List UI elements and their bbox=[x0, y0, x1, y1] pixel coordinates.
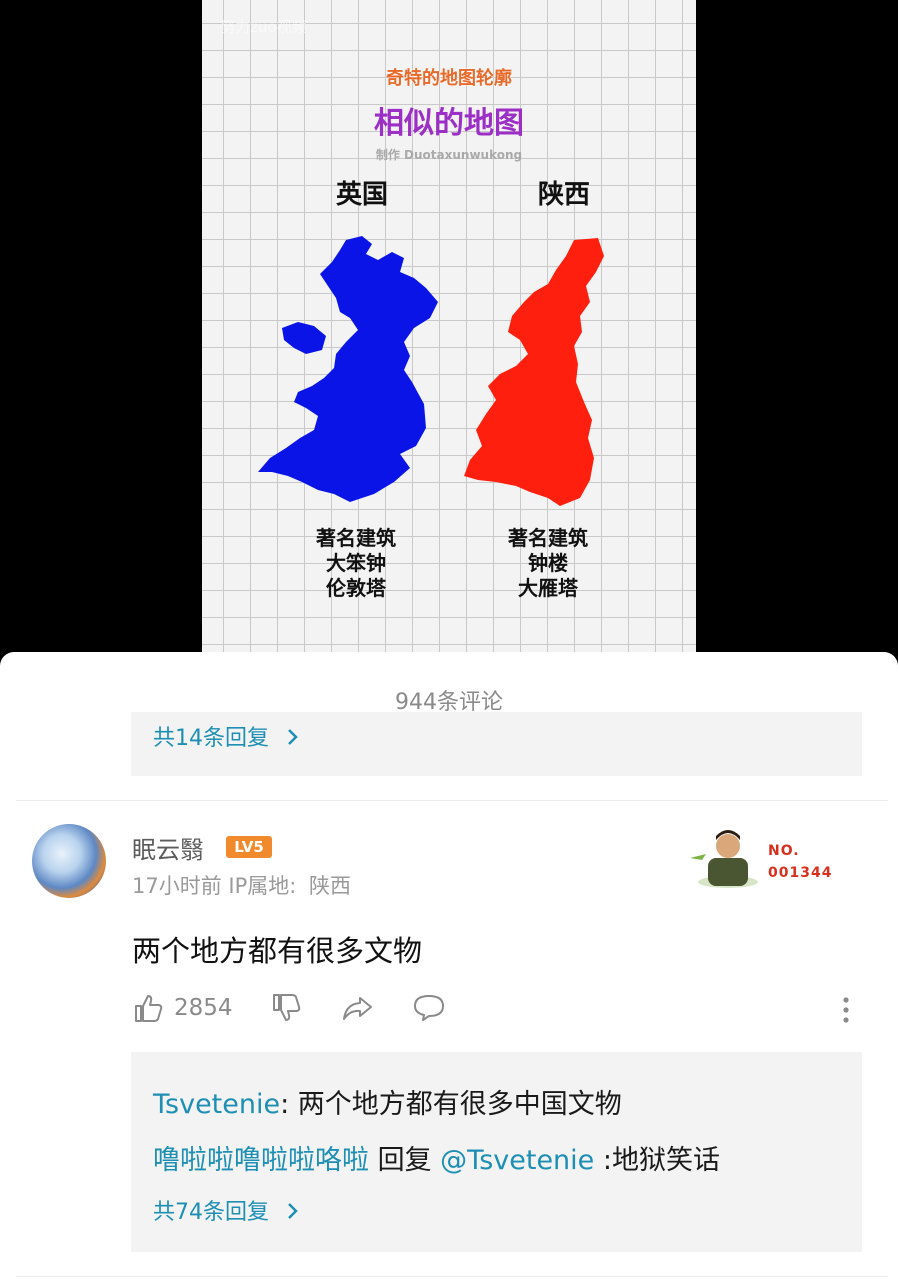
uk-map bbox=[258, 236, 438, 502]
thumbs-up-icon bbox=[135, 995, 163, 1022]
reply-item: 噜啦啦噜啦啦咯啦 回复 @Tsvetenie :地狱笑话 bbox=[153, 1138, 720, 1177]
country-left: 英国 bbox=[335, 180, 388, 210]
comments-panel: 944条评论 共14条回复 眠云翳 LV5 17小时前 IP属地: 陕西 NO.… bbox=[0, 652, 898, 1280]
reply-item: Tsvetenie: 两个地方都有很多中国文物 bbox=[153, 1082, 622, 1121]
video-frame[interactable]: 努力zuo视频 奇特的地图轮廓 相似的地图 制作 Duotaxunwukong … bbox=[202, 0, 696, 652]
like-button[interactable]: 2854 bbox=[132, 992, 233, 1024]
reply-username[interactable]: Tsvetenie bbox=[153, 1089, 280, 1120]
decoration-no-value: 001344 bbox=[768, 865, 833, 881]
reply-text: :地狱笑话 bbox=[594, 1145, 720, 1176]
uk-landmarks: 著名建筑 大笨钟 伦敦塔 bbox=[286, 526, 426, 601]
more-replies-link[interactable]: 共74条回复 bbox=[153, 1194, 300, 1226]
reply-text: 两个地方都有很多中国文物 bbox=[289, 1089, 622, 1120]
famous-label: 著名建筑 bbox=[316, 526, 396, 550]
level-badge: LV5 bbox=[226, 836, 272, 858]
more-replies-label: 共14条回复 bbox=[153, 726, 269, 751]
avatar[interactable] bbox=[32, 824, 106, 898]
comment-time: 17小时前 bbox=[132, 874, 222, 898]
video-tag: 奇特的地图轮廓 bbox=[386, 68, 512, 89]
chevron-right-icon bbox=[288, 729, 298, 745]
thumbs-down-icon bbox=[273, 994, 301, 1021]
landmark: 钟楼 bbox=[528, 551, 568, 575]
decoration-no-label: NO. bbox=[768, 843, 800, 859]
like-count: 2854 bbox=[174, 995, 233, 1021]
reply-bubble-icon bbox=[414, 995, 444, 1021]
reply-button[interactable] bbox=[412, 992, 446, 1024]
more-vertical-icon[interactable] bbox=[836, 994, 856, 1026]
share-icon bbox=[343, 997, 372, 1020]
comment-text: 两个地方都有很多文物 bbox=[132, 934, 423, 968]
reply-separator: : bbox=[280, 1089, 290, 1120]
username[interactable]: 眠云翳 bbox=[132, 830, 204, 865]
chevron-right-icon bbox=[288, 1203, 298, 1219]
video-player[interactable]: 努力zuo视频 奇特的地图轮廓 相似的地图 制作 Duotaxunwukong … bbox=[0, 0, 898, 660]
famous-label: 著名建筑 bbox=[508, 526, 588, 550]
decoration-character-icon bbox=[690, 830, 758, 888]
divider bbox=[16, 1276, 888, 1277]
prev-more-replies-link[interactable]: 共14条回复 bbox=[153, 720, 300, 752]
reply-box: Tsvetenie: 两个地方都有很多中国文物 噜啦啦噜啦啦咯啦 回复 @Tsv… bbox=[131, 1052, 862, 1252]
ip-label: IP属地: bbox=[228, 874, 297, 898]
country-right: 陕西 bbox=[537, 180, 590, 210]
shaanxi-landmarks: 著名建筑 钟楼 大雁塔 bbox=[478, 526, 618, 601]
prev-reply-box: 共14条回复 bbox=[131, 712, 862, 776]
landmark: 大笨钟 bbox=[326, 551, 386, 575]
dislike-button[interactable] bbox=[270, 992, 302, 1024]
reply-mention[interactable]: @Tsvetenie bbox=[440, 1145, 594, 1176]
divider bbox=[16, 800, 888, 801]
landmark: 伦敦塔 bbox=[326, 576, 386, 600]
video-credit: 制作 Duotaxunwukong bbox=[375, 148, 523, 162]
shaanxi-map bbox=[464, 238, 604, 506]
decoration-number: NO. 001344 bbox=[768, 840, 832, 884]
ip-value: 陕西 bbox=[309, 874, 352, 898]
reply-word: 回复 bbox=[369, 1145, 441, 1176]
video-title: 相似的地图 bbox=[374, 106, 524, 141]
landmark: 大雁塔 bbox=[518, 576, 578, 600]
comment-meta: 17小时前 IP属地: 陕西 bbox=[132, 870, 351, 900]
share-button[interactable] bbox=[340, 992, 374, 1024]
video-watermark: 努力zuo视频 bbox=[220, 18, 307, 36]
reply-username[interactable]: 噜啦啦噜啦啦咯啦 bbox=[153, 1145, 369, 1176]
more-replies-label: 共74条回复 bbox=[153, 1200, 269, 1225]
